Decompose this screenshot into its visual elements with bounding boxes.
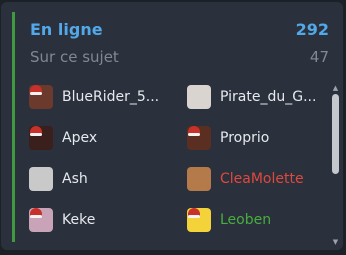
avatar-cat-icon[interactable]: [187, 167, 211, 191]
avatar-santa-pink-icon[interactable]: [29, 208, 53, 232]
santa-hat-icon: [30, 85, 42, 95]
avatar-smiley-santa-icon[interactable]: [187, 208, 211, 232]
avatar-santa-brown-icon[interactable]: [187, 126, 211, 150]
avatar-pirate-icon[interactable]: [187, 85, 211, 109]
accent-bar: [12, 12, 15, 242]
user-item[interactable]: Keke: [29, 207, 169, 233]
username[interactable]: Pirate_du_G...: [220, 89, 325, 105]
avatar-santa-dark-icon[interactable]: [29, 126, 53, 150]
online-title[interactable]: En ligne: [30, 20, 103, 39]
topic-header: Sur ce sujet 47: [30, 48, 329, 66]
scroll-down-icon[interactable]: ▼: [331, 238, 340, 246]
scroll-thumb[interactable]: [332, 94, 339, 174]
topic-count: 47: [309, 48, 329, 66]
user-item[interactable]: Leoben: [187, 207, 327, 233]
avatar-gray-icon[interactable]: [29, 167, 53, 191]
topic-label: Sur ce sujet: [30, 48, 119, 66]
user-item[interactable]: Apex: [29, 125, 169, 151]
user-item[interactable]: Ash: [29, 166, 169, 192]
avatar-santa-red-icon[interactable]: [29, 85, 53, 109]
santa-hat-icon: [30, 126, 42, 136]
username[interactable]: Keke: [62, 212, 167, 228]
user-item[interactable]: BlueRider_5...: [29, 84, 169, 110]
user-item[interactable]: Proprio: [187, 125, 327, 151]
username[interactable]: BlueRider_5...: [62, 89, 167, 105]
username[interactable]: Leoben: [220, 212, 325, 228]
username[interactable]: CleaMolette: [220, 171, 325, 187]
santa-hat-icon: [188, 126, 200, 136]
username[interactable]: Proprio: [220, 130, 325, 146]
user-item[interactable]: CleaMolette: [187, 166, 327, 192]
online-header: En ligne 292: [30, 20, 329, 39]
santa-hat-icon: [188, 208, 200, 218]
scrollbar[interactable]: ▲ ▼: [331, 84, 340, 246]
santa-hat-icon: [30, 208, 42, 218]
online-users-panel: En ligne 292 Sur ce sujet 47 BlueRider_5…: [1, 2, 343, 250]
username[interactable]: Ash: [62, 171, 167, 187]
scroll-up-icon[interactable]: ▲: [331, 84, 340, 92]
username[interactable]: Apex: [62, 130, 167, 146]
online-count: 292: [295, 20, 329, 39]
user-item[interactable]: Pirate_du_G...: [187, 84, 327, 110]
